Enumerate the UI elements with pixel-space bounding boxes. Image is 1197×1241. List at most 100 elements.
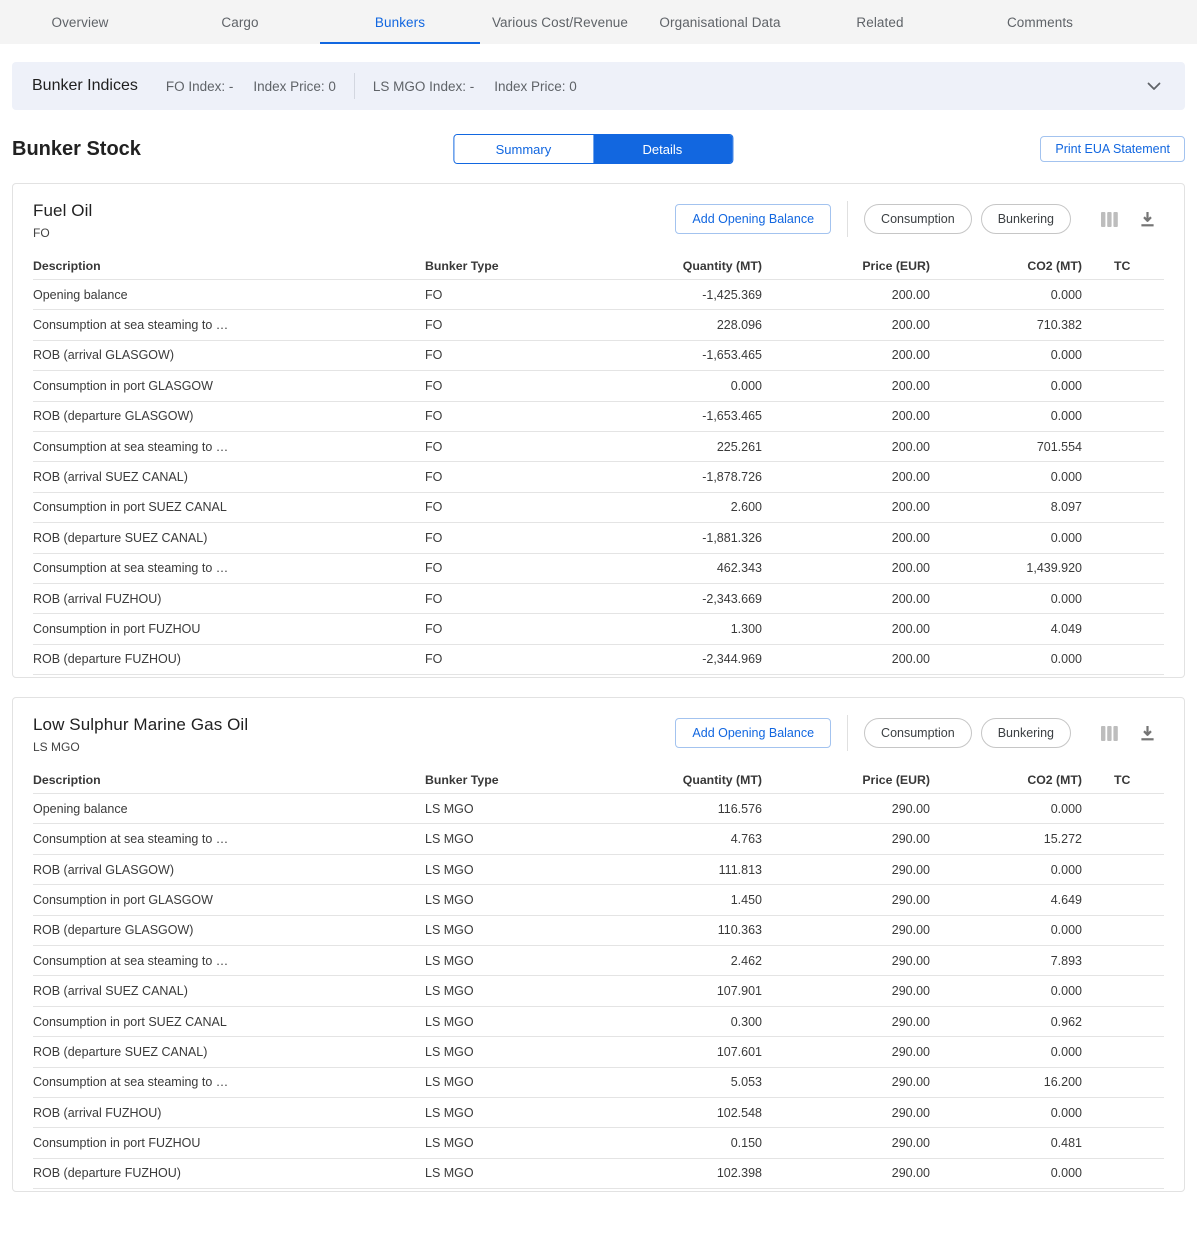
table-row[interactable]: Consumption in port FUZHOU LS MGO 0.150 … — [33, 1128, 1164, 1158]
columns-icon[interactable] — [1098, 723, 1121, 744]
cell-price: 290.00 — [762, 1106, 930, 1120]
cell-description: Opening balance — [33, 802, 425, 816]
cell-quantity: -1,653.465 — [580, 409, 762, 423]
print-eua-statement-button[interactable]: Print EUA Statement — [1040, 136, 1185, 162]
cell-quantity: -1,425.369 — [580, 288, 762, 302]
table-row[interactable]: ROB (arrival GLASGOW) LS MGO 111.813 290… — [33, 855, 1164, 885]
ls-mgo-index-value: LS MGO Index: - — [373, 79, 474, 94]
add-opening-balance-button[interactable]: Add Opening Balance — [675, 204, 831, 234]
cell-bunker-type: FO — [425, 470, 580, 484]
col-price: Price (EUR) — [762, 773, 930, 787]
columns-icon[interactable] — [1098, 209, 1121, 230]
table-row[interactable]: ROB (departure SUEZ CANAL) FO -1,881.326… — [33, 523, 1164, 553]
table-row[interactable]: Consumption in port SUEZ CANAL FO 2.600 … — [33, 493, 1164, 523]
table-row[interactable]: ROB (departure FUZHOU) FO -2,344.969 200… — [33, 645, 1164, 675]
col-quantity: Quantity (MT) — [580, 773, 762, 787]
table-row[interactable]: Consumption at sea steaming to … LS MGO … — [33, 946, 1164, 976]
tab-various-cost-revenue[interactable]: Various Cost/Revenue — [480, 0, 640, 44]
col-tc: TC — [1082, 259, 1164, 273]
cell-description: ROB (arrival GLASGOW) — [33, 348, 425, 362]
cell-quantity: 228.096 — [580, 318, 762, 332]
cell-co2: 0.000 — [930, 470, 1082, 484]
table-row[interactable]: Consumption at sea steaming to … FO 225.… — [33, 432, 1164, 462]
cell-quantity: 110.363 — [580, 923, 762, 937]
ls-mgo-code: LS MGO — [33, 740, 248, 754]
table-row[interactable]: ROB (departure GLASGOW) LS MGO 110.363 2… — [33, 916, 1164, 946]
cell-description: ROB (departure GLASGOW) — [33, 923, 425, 937]
cell-description: Consumption in port GLASGOW — [33, 379, 425, 393]
cell-bunker-type: FO — [425, 318, 580, 332]
tab-organisational-data[interactable]: Organisational Data — [640, 0, 800, 44]
cell-bunker-type: FO — [425, 592, 580, 606]
table-row[interactable]: Consumption in port GLASGOW FO 0.000 200… — [33, 371, 1164, 401]
ls-mgo-actions: Add Opening Balance Consumption Bunkerin… — [675, 715, 1164, 751]
cell-description: Consumption in port FUZHOU — [33, 622, 425, 636]
table-row[interactable]: Opening balance LS MGO 116.576 290.00 0.… — [33, 794, 1164, 824]
tab-overview[interactable]: Overview — [0, 0, 160, 44]
cell-price: 200.00 — [762, 470, 930, 484]
cell-quantity: -1,653.465 — [580, 348, 762, 362]
actions-divider — [847, 201, 848, 237]
table-row[interactable]: ROB (arrival SUEZ CANAL) LS MGO 107.901 … — [33, 976, 1164, 1006]
table-row[interactable]: ROB (departure GLASGOW) FO -1,653.465 20… — [33, 402, 1164, 432]
details-toggle-button[interactable]: Details — [593, 135, 732, 163]
cell-description: Consumption at sea steaming to … — [33, 1075, 425, 1089]
ls-mgo-index-price-value: Index Price: 0 — [494, 79, 577, 94]
table-row[interactable]: ROB (arrival SUEZ CANAL) FO -1,878.726 2… — [33, 462, 1164, 492]
download-icon[interactable] — [1137, 723, 1158, 744]
cell-co2: 0.000 — [930, 652, 1082, 666]
cell-quantity: -1,881.326 — [580, 531, 762, 545]
cell-price: 200.00 — [762, 379, 930, 393]
table-row[interactable]: ROB (arrival FUZHOU) FO -2,343.669 200.0… — [33, 584, 1164, 614]
tab-comments[interactable]: Comments — [960, 0, 1120, 44]
consumption-button[interactable]: Consumption — [864, 204, 972, 234]
consumption-button[interactable]: Consumption — [864, 718, 972, 748]
table-row[interactable]: ROB (arrival GLASGOW) FO -1,653.465 200.… — [33, 341, 1164, 371]
bunkering-button[interactable]: Bunkering — [981, 204, 1071, 234]
cell-description: Consumption at sea steaming to … — [33, 440, 425, 454]
cell-quantity: -2,343.669 — [580, 592, 762, 606]
cell-quantity: 107.601 — [580, 1045, 762, 1059]
fuel-oil-card-header: Fuel Oil FO Add Opening Balance Consumpt… — [13, 184, 1184, 252]
tab-related[interactable]: Related — [800, 0, 960, 44]
table-row[interactable]: ROB (departure SUEZ CANAL) LS MGO 107.60… — [33, 1037, 1164, 1067]
col-co2: CO2 (MT) — [930, 259, 1082, 273]
cell-description: ROB (departure SUEZ CANAL) — [33, 1045, 425, 1059]
cell-co2: 701.554 — [930, 440, 1082, 454]
cell-bunker-type: FO — [425, 288, 580, 302]
table-row[interactable]: Consumption in port SUEZ CANAL LS MGO 0.… — [33, 1007, 1164, 1037]
tab-cargo[interactable]: Cargo — [160, 0, 320, 44]
cell-bunker-type: FO — [425, 379, 580, 393]
table-row[interactable]: ROB (departure FUZHOU) LS MGO 102.398 29… — [33, 1159, 1164, 1189]
cell-quantity: -1,878.726 — [580, 470, 762, 484]
bunker-indices-bar[interactable]: Bunker Indices FO Index: - Index Price: … — [12, 62, 1185, 110]
cell-price: 290.00 — [762, 984, 930, 998]
table-row[interactable]: Consumption at sea steaming to … LS MGO … — [33, 1068, 1164, 1098]
table-row[interactable]: Consumption in port GLASGOW LS MGO 1.450… — [33, 885, 1164, 915]
cell-co2: 4.049 — [930, 622, 1082, 636]
cell-quantity: 1.450 — [580, 893, 762, 907]
chevron-down-icon[interactable] — [1143, 78, 1165, 95]
fuel-oil-table: Description Bunker Type Quantity (MT) Pr… — [13, 252, 1184, 677]
cell-bunker-type: LS MGO — [425, 1015, 580, 1029]
cell-price: 200.00 — [762, 592, 930, 606]
table-row[interactable]: Opening balance FO -1,425.369 200.00 0.0… — [33, 280, 1164, 310]
tab-bunkers[interactable]: Bunkers — [320, 0, 480, 44]
cell-quantity: 0.150 — [580, 1136, 762, 1150]
table-row[interactable]: Consumption in port FUZHOU FO 1.300 200.… — [33, 614, 1164, 644]
bunkering-button[interactable]: Bunkering — [981, 718, 1071, 748]
cell-price: 290.00 — [762, 954, 930, 968]
download-icon[interactable] — [1137, 209, 1158, 230]
table-row[interactable]: Consumption at sea steaming to … FO 462.… — [33, 554, 1164, 584]
table-row[interactable]: ROB (arrival FUZHOU) LS MGO 102.548 290.… — [33, 1098, 1164, 1128]
fuel-oil-title: Fuel Oil — [33, 201, 92, 221]
fuel-oil-actions: Add Opening Balance Consumption Bunkerin… — [675, 201, 1164, 237]
table-row[interactable]: Consumption at sea steaming to … LS MGO … — [33, 824, 1164, 854]
cell-co2: 0.962 — [930, 1015, 1082, 1029]
add-opening-balance-button[interactable]: Add Opening Balance — [675, 718, 831, 748]
cell-description: Consumption in port SUEZ CANAL — [33, 500, 425, 514]
cell-bunker-type: LS MGO — [425, 802, 580, 816]
table-row[interactable]: Consumption at sea steaming to … FO 228.… — [33, 310, 1164, 340]
cell-price: 200.00 — [762, 531, 930, 545]
summary-toggle-button[interactable]: Summary — [454, 135, 593, 163]
